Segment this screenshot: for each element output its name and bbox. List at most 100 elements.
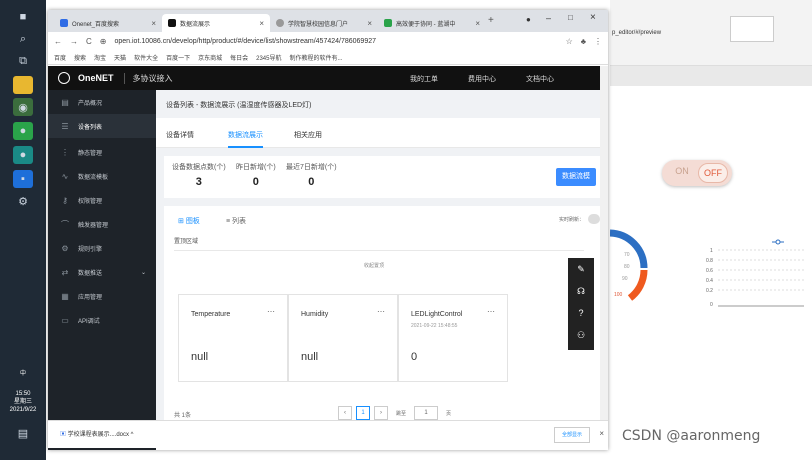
bookmark-item[interactable]: 软件大全 [134, 53, 158, 62]
gauge-tick-80: 80 [624, 264, 630, 270]
star-icon[interactable]: ☆ [566, 37, 573, 46]
card-title: Temperature [191, 311, 231, 318]
tab-datastream-display[interactable]: 数据流展示 [228, 130, 263, 148]
close-icon[interactable]: × [475, 19, 480, 28]
nav-billing[interactable]: 费用中心 [468, 74, 496, 84]
sidebar-item-triggers[interactable]: ⌒ 触发器管理 [48, 212, 156, 236]
key-icon: ⚷ [62, 195, 68, 205]
vertical-scrollbar[interactable] [600, 66, 608, 426]
forward-icon[interactable]: → [70, 37, 78, 46]
profile-icon[interactable]: ● [526, 15, 531, 24]
bookmark-item[interactable]: 制作教程的软件有... [289, 53, 342, 62]
tab-related-apps[interactable]: 相关应用 [294, 130, 322, 140]
close-icon[interactable]: × [367, 19, 372, 28]
page-number-current[interactable]: 1 [356, 406, 370, 420]
close-icon[interactable]: × [259, 19, 264, 28]
view-tab-board[interactable]: ⊞ 图板 [178, 216, 200, 226]
sidebar-item-device-list[interactable]: ☰ 设备列表 [48, 114, 156, 138]
realtime-refresh-switch[interactable] [588, 214, 600, 224]
stat-last7days: 最近7日新增(个) 0 [286, 162, 337, 188]
reload-icon[interactable]: C [86, 37, 92, 46]
chart-icon: ∿ [61, 171, 69, 181]
y-tick-1: 1 [710, 248, 713, 254]
minimize-button[interactable]: – [546, 13, 551, 23]
bookmark-item[interactable]: 天猫 [114, 53, 126, 62]
tab-baidu[interactable]: Onenet_百度搜索 × [54, 14, 162, 32]
on-off-toggle[interactable]: ON OFF [662, 160, 732, 186]
sidebar-item-static[interactable]: ⋮ 静态管理 [48, 140, 156, 164]
notification-icon[interactable]: ▤ [13, 424, 33, 442]
maximize-button[interactable]: □ [568, 13, 573, 22]
more-icon[interactable]: ⋯ [487, 307, 495, 316]
bookmark-item[interactable]: 搜索 [74, 53, 86, 62]
bookmark-item[interactable]: 百度一下 [166, 53, 190, 62]
tab-lanhu[interactable]: 高效便于协同 - 蓝湖中 × [378, 14, 486, 32]
user-icon[interactable]: ⚇ [568, 324, 594, 346]
tab-campus-portal[interactable]: 学院智慧校园信息门户 × [270, 14, 378, 32]
image-picker-button[interactable] [730, 16, 774, 42]
start-icon[interactable]: ■ [13, 8, 33, 26]
file-explorer-icon[interactable] [13, 76, 33, 94]
tab-device-details[interactable]: 设备详情 [166, 130, 194, 140]
close-icon[interactable]: × [599, 429, 604, 438]
settings-icon[interactable]: ⚙ [13, 192, 33, 210]
chrome-icon[interactable]: ◉ [13, 98, 33, 116]
nav-docs[interactable]: 文档中心 [526, 74, 554, 84]
sidebar-item-label: 数据流模板 [78, 174, 109, 181]
sidebar-item-overview[interactable]: ▤ 产品概况 [48, 90, 156, 114]
collapse-pinned-link[interactable]: 收起置顶 [364, 262, 384, 269]
sidebar-item-apps[interactable]: ▦ 应用管理 [48, 284, 156, 308]
new-tab-button[interactable]: + [488, 15, 494, 26]
close-icon[interactable]: × [151, 19, 156, 28]
sidebar-item-permissions[interactable]: ⚷ 权限管理 [48, 188, 156, 212]
show-all-button[interactable]: 全部显示 [554, 427, 590, 443]
view-tab-list[interactable]: ≡ 列表 [226, 216, 246, 226]
headset-icon[interactable]: ☊ [568, 280, 594, 302]
ime-indicator[interactable]: 中 [0, 370, 46, 378]
datastream-card-humidity[interactable]: Humidity ⋯ null [288, 294, 398, 382]
baidu-icon [60, 19, 68, 27]
sidebar-item-push[interactable]: ⇄ 数据推送 ⌄ [48, 260, 156, 284]
chevron-up-icon[interactable]: ^ [129, 432, 134, 438]
list-icon: ☰ [61, 121, 69, 131]
bookmark-item[interactable]: 2345导航 [256, 53, 281, 62]
datastream-card-temperature[interactable]: Temperature ⋯ null [178, 294, 288, 382]
bookmark-item[interactable]: 京东商城 [198, 53, 222, 62]
background-browser-toolbar: p_editor/#/preview [610, 0, 812, 66]
more-icon[interactable]: ⋯ [377, 307, 385, 316]
tab-datastream[interactable]: 数据流展示 × [162, 14, 270, 32]
stream-template-button[interactable]: 数据流模 [556, 168, 596, 186]
goto-page-input[interactable]: 1 [414, 406, 438, 420]
sidebar-item-stream-template[interactable]: ∿ 数据流模板 [48, 164, 156, 188]
datastream-card-ledlight[interactable]: LEDLightControl ⋯ 2021-09-22 15:48:55 0 [398, 294, 508, 382]
bookmark-item[interactable]: 淘宝 [94, 53, 106, 62]
extension-icon[interactable]: ♣ [581, 37, 586, 46]
onenet-icon [168, 19, 176, 27]
bookmark-item[interactable]: 每日会 [230, 53, 248, 62]
app-icon[interactable]: ● [13, 146, 33, 164]
realtime-refresh-label: 实时刷新： [558, 217, 584, 223]
download-item[interactable]: ▣ 学校课程表展示....docx ^ [60, 429, 134, 438]
home-icon[interactable] [58, 72, 70, 84]
task-view-icon[interactable]: ⧉ [13, 52, 33, 70]
sidebar-item-api[interactable]: ▭ API调试 [48, 308, 156, 332]
bookmark-item[interactable]: 百度 [54, 53, 66, 62]
sidebar-item-rules[interactable]: ⚙ 规则引擎 [48, 236, 156, 260]
sidebar-item-label: API调试 [78, 318, 100, 325]
next-page-button[interactable]: › [374, 406, 388, 420]
nav-tickets[interactable]: 我的工单 [410, 74, 438, 84]
edit-icon[interactable]: ✎ [568, 258, 594, 280]
onenet-logo[interactable]: OneNET [78, 73, 114, 83]
menu-icon[interactable]: ⋮ [594, 37, 602, 46]
search-icon[interactable]: ⌕ [13, 30, 33, 48]
app-blue-icon[interactable]: ▪ [13, 170, 33, 188]
back-icon[interactable]: ← [54, 37, 62, 46]
prev-page-button[interactable]: ‹ [338, 406, 352, 420]
help-icon[interactable]: ? [568, 302, 594, 324]
more-icon[interactable]: ⋯ [267, 307, 275, 316]
sidebar-item-label: 静态管理 [78, 150, 103, 157]
url-field[interactable]: open.iot.10086.cn/develop/http/product/#… [114, 38, 376, 45]
wechat-icon[interactable]: ● [13, 122, 33, 140]
close-window-button[interactable]: × [590, 12, 596, 23]
card-value: 0 [411, 351, 418, 363]
